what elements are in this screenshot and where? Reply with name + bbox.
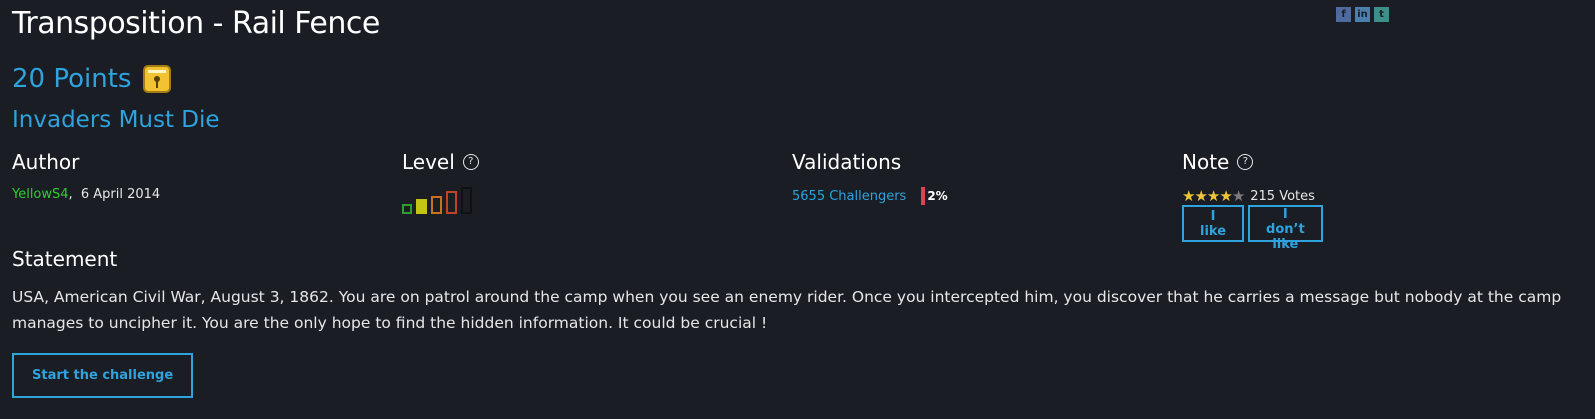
like-button[interactable]: I like (1182, 205, 1245, 242)
author-line: YellowS4, 6 April 2014 (12, 187, 160, 202)
share-bar: f in t (1336, 7, 1389, 22)
votes-line: ★★★★★ 215 Votes (1182, 187, 1315, 205)
author-separator: , (68, 187, 73, 202)
level-heading: Level ? (402, 150, 479, 174)
validations-heading: Validations (792, 150, 902, 174)
validation-percent: 2% (921, 187, 948, 205)
validations-section: Validations 5655 Challengers 2% (792, 150, 948, 205)
author-date: 6 April 2014 (80, 187, 161, 202)
level-bar-2 (416, 199, 427, 214)
rating-stars: ★★★★★ (1182, 187, 1245, 205)
like-buttons: I like I don’t like (1182, 205, 1323, 252)
points-row: 20 Points (12, 64, 172, 94)
statement-heading: Statement (12, 247, 118, 271)
level-bar-1 (402, 204, 412, 214)
level-bar-3 (431, 196, 442, 214)
star-icon: ★ (1182, 187, 1195, 205)
challengers-link[interactable]: 5655 Challengers (792, 189, 906, 204)
help-icon[interactable]: ? (462, 154, 479, 170)
statement-text: USA, American Civil War, August 3, 1862.… (12, 288, 1562, 332)
help-icon[interactable]: ? (1237, 154, 1254, 170)
percent-text: 2% (927, 189, 948, 203)
votes-count: 215 Votes (1250, 188, 1315, 204)
author-section: Author YellowS4, 6 April 2014 (12, 150, 160, 202)
points-value: 20 Points (12, 64, 132, 94)
category-link[interactable]: Invaders Must Die (12, 107, 220, 133)
author-link[interactable]: YellowS4 (12, 187, 69, 202)
star-icon: ★ (1206, 187, 1220, 205)
twitter-icon[interactable]: t (1374, 7, 1389, 22)
star-icon: ★ (1219, 187, 1232, 205)
start-challenge-button[interactable]: Start the challenge (12, 353, 194, 398)
level-indicator (402, 186, 482, 214)
percent-bar (921, 187, 926, 205)
author-heading: Author (12, 150, 80, 174)
level-section: Level ? (402, 150, 479, 214)
challenge-title: Transposition - Rail Fence (12, 6, 380, 41)
star-icon: ★ (1231, 187, 1245, 205)
dislike-button[interactable]: I don’t like (1248, 205, 1323, 252)
validations-line: 5655 Challengers 2% (792, 187, 948, 205)
star-icon: ★ (1194, 187, 1207, 205)
note-section: Note ? ★★★★★ 215 Votes I like I don’t li… (1182, 150, 1323, 252)
facebook-icon[interactable]: f (1336, 7, 1351, 22)
linkedin-icon[interactable]: in (1355, 7, 1370, 22)
note-heading: Note ? (1182, 150, 1254, 174)
key-icon (143, 65, 172, 93)
level-bar-5 (461, 187, 472, 214)
level-bar-4 (446, 191, 457, 214)
